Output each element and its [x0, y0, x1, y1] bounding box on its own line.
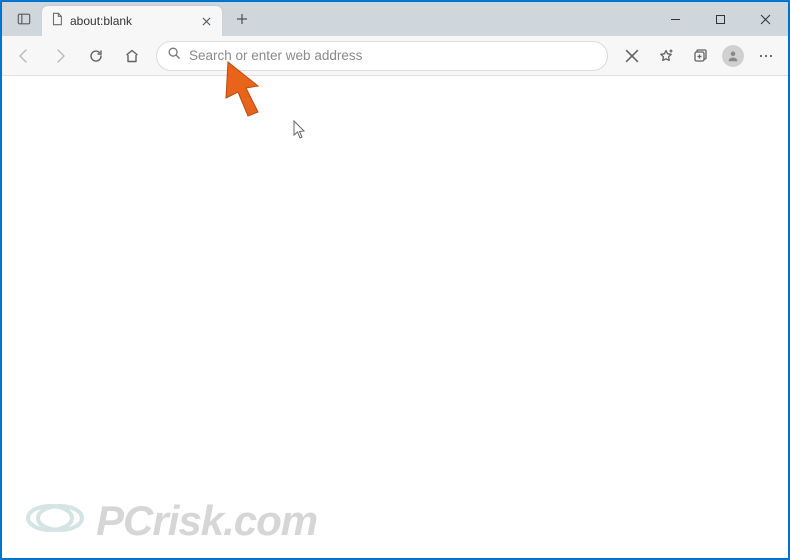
search-icon — [167, 46, 181, 65]
page-content — [2, 76, 788, 558]
address-input[interactable] — [189, 48, 597, 63]
stop-clear-button[interactable] — [616, 40, 648, 72]
minimize-button[interactable] — [653, 2, 698, 36]
new-tab-button[interactable] — [228, 5, 256, 33]
window-controls — [653, 2, 788, 36]
toolbar-right — [616, 40, 782, 72]
tab-title: about:blank — [70, 14, 192, 28]
close-window-button[interactable] — [743, 2, 788, 36]
forward-button[interactable] — [44, 40, 76, 72]
address-bar[interactable] — [156, 41, 608, 71]
refresh-button[interactable] — [80, 40, 112, 72]
home-button[interactable] — [116, 40, 148, 72]
browser-window: about:blank — [2, 2, 788, 558]
maximize-button[interactable] — [698, 2, 743, 36]
toolbar — [2, 36, 788, 76]
profile-button[interactable] — [722, 45, 744, 67]
favorites-button[interactable] — [650, 40, 682, 72]
tab[interactable]: about:blank — [42, 6, 222, 36]
watermark: PCrisk.com — [20, 493, 317, 548]
collections-button[interactable] — [684, 40, 716, 72]
settings-menu-button[interactable] — [750, 40, 782, 72]
back-button[interactable] — [8, 40, 40, 72]
close-tab-button[interactable] — [198, 13, 214, 29]
watermark-logo-icon — [20, 493, 90, 548]
titlebar: about:blank — [2, 2, 788, 36]
watermark-text: PCrisk.com — [96, 497, 317, 545]
page-icon — [50, 12, 64, 31]
tab-actions-icon[interactable] — [10, 5, 38, 33]
tab-strip: about:blank — [2, 2, 653, 36]
